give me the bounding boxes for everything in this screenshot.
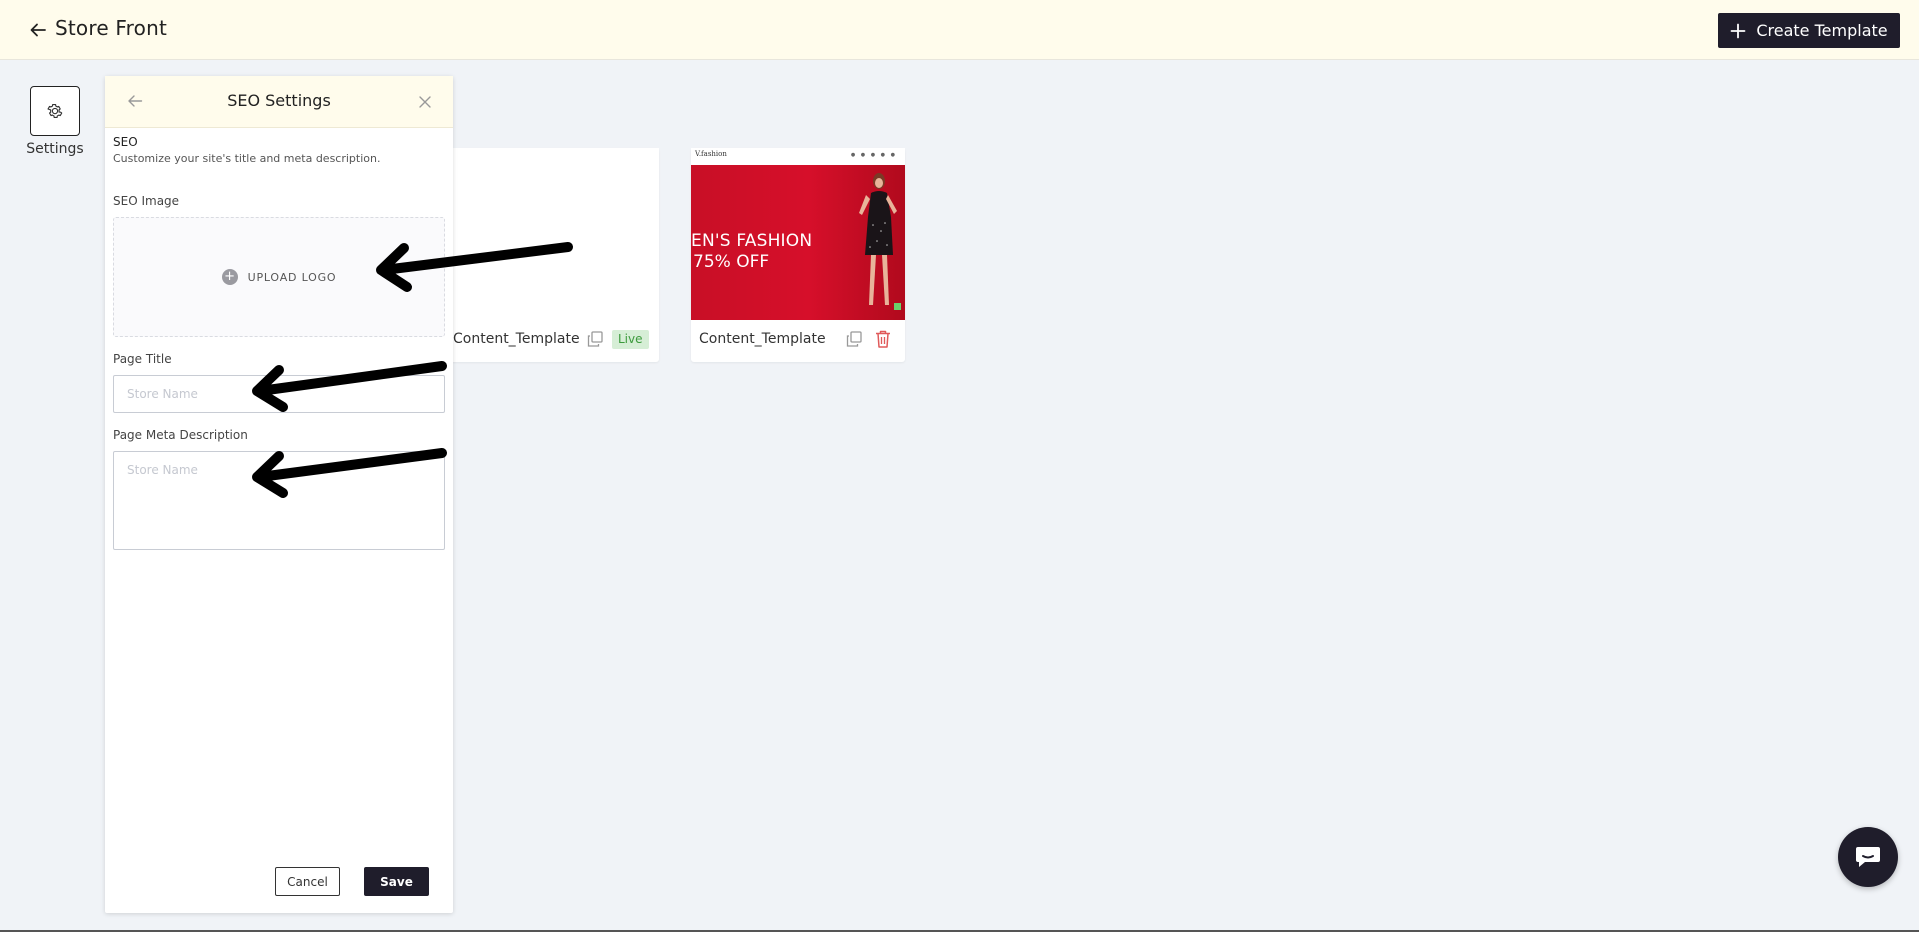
trash-icon[interactable] <box>874 329 892 349</box>
thumbnail-accent-square <box>894 303 901 310</box>
chat-icon <box>1856 847 1880 867</box>
thumbnail-navbar: V.fashion ● ● ● ● ● <box>691 148 905 165</box>
template-card-live[interactable]: Content_Template Live <box>440 148 659 362</box>
cancel-button[interactable]: Cancel <box>275 867 340 896</box>
upload-logo-dropzone[interactable]: + UPLOAD LOGO <box>113 217 445 337</box>
copy-icon[interactable] <box>586 330 604 348</box>
copy-icon[interactable] <box>845 330 863 348</box>
panel-title: SEO Settings <box>227 91 331 110</box>
panel-close-button[interactable] <box>414 91 436 113</box>
meta-description-label: Page Meta Description <box>113 428 248 442</box>
seo-section-heading: SEO <box>113 135 138 149</box>
thumbnail-logo: V.fashion <box>695 150 727 158</box>
arrow-left-icon <box>30 23 46 37</box>
upload-logo-label: UPLOAD LOGO <box>247 270 337 284</box>
page-title: Store Front <box>55 16 168 40</box>
create-template-button[interactable]: Create Template <box>1718 13 1900 48</box>
chat-launcher-button[interactable] <box>1838 827 1898 887</box>
save-button[interactable]: Save <box>364 867 429 896</box>
top-header: Store Front Create Template <box>0 0 1919 60</box>
create-template-label: Create Template <box>1756 21 1888 40</box>
template-card-fashion[interactable]: V.fashion ● ● ● ● ● EN'S FASHION 75% OFF… <box>691 148 905 362</box>
thumbnail-hero-banner: EN'S FASHION 75% OFF <box>691 165 905 320</box>
gear-icon <box>47 103 63 119</box>
plus-icon <box>1730 23 1746 38</box>
seo-settings-panel: SEO Settings SEO Customize your site's t… <box>105 76 453 913</box>
hero-headline: EN'S FASHION <box>691 231 813 251</box>
template-name: Content_Template <box>453 331 580 347</box>
settings-rail-label: Settings <box>26 141 84 157</box>
back-button[interactable] <box>26 18 50 42</box>
thumbnail-nav-icons: ● ● ● ● ● <box>850 152 897 158</box>
seo-image-label: SEO Image <box>113 194 180 208</box>
page-title-input[interactable] <box>113 375 445 413</box>
plus-circle-icon: + <box>221 269 238 285</box>
template-thumbnail[interactable] <box>440 148 659 320</box>
hero-discount: 75% OFF <box>693 252 770 272</box>
seo-section-description: Customize your site's title and meta des… <box>113 152 381 165</box>
settings-rail-button[interactable] <box>30 86 80 136</box>
panel-header: SEO Settings <box>105 76 453 128</box>
template-thumbnail[interactable]: V.fashion ● ● ● ● ● EN'S FASHION 75% OFF <box>691 148 905 320</box>
close-icon <box>419 96 431 108</box>
status-badge: Live <box>612 330 649 349</box>
page-title-label: Page Title <box>113 352 172 366</box>
model-figure-image <box>859 173 897 305</box>
template-name: Content_Template <box>699 331 826 347</box>
meta-description-textarea[interactable] <box>113 451 445 550</box>
